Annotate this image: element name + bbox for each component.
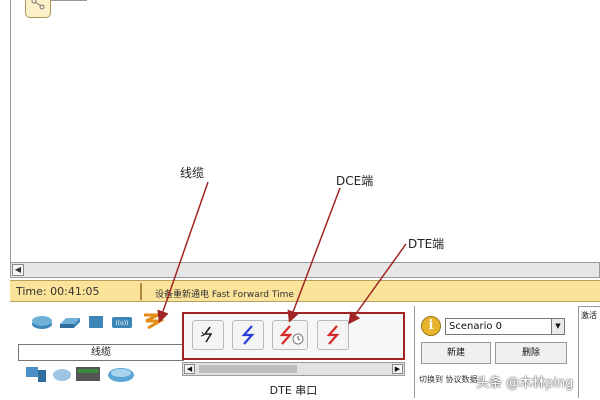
- connections-category-icon[interactable]: [140, 311, 164, 331]
- annotation-dce: DCE端: [336, 174, 374, 188]
- selected-cable-name: DTE 串口: [269, 384, 318, 397]
- device-node-icon: [31, 0, 45, 10]
- cable-scrollbar[interactable]: ◀ ▶: [182, 362, 405, 376]
- annotation-dte: DTE端: [408, 237, 445, 251]
- serial-dce-button[interactable]: [272, 320, 308, 350]
- switch-category-icon[interactable]: [58, 314, 82, 330]
- serial-dce-icon: [279, 325, 304, 345]
- console-cable-icon: [241, 325, 255, 345]
- scenario-select[interactable]: Scenario 0 ▼: [445, 318, 565, 335]
- pdu-list-column: 激活: [578, 306, 600, 398]
- auto-cable-icon: [200, 326, 213, 343]
- annotation-cable: 线缆: [180, 166, 205, 180]
- svg-text:((o)): ((o)): [115, 320, 128, 327]
- scroll-left-icon[interactable]: ◀: [184, 364, 195, 374]
- multiuser-connection-icon[interactable]: [106, 364, 136, 384]
- serial-dte-button[interactable]: [317, 320, 349, 350]
- time-actions[interactable]: 设备重新通电 Fast Forward Time: [155, 287, 294, 300]
- scroll-right-icon[interactable]: ▶: [392, 364, 403, 374]
- new-scenario-button[interactable]: 新建: [421, 342, 491, 364]
- scroll-left-icon[interactable]: ◀: [12, 264, 24, 276]
- scenario-selected-value: Scenario 0: [449, 321, 503, 332]
- scroll-thumb[interactable]: [199, 365, 297, 373]
- time-readout: Time: 00:41:05: [16, 285, 100, 298]
- chevron-down-icon[interactable]: ▼: [551, 319, 564, 334]
- custom-device-icon[interactable]: [74, 364, 102, 384]
- timebar-divider: [140, 283, 142, 300]
- logical-workspace[interactable]: [10, 0, 600, 262]
- auto-connection-button[interactable]: [192, 320, 224, 350]
- info-icon[interactable]: i: [421, 316, 441, 336]
- hub-category-icon[interactable]: [86, 314, 106, 330]
- delete-scenario-button[interactable]: 删除: [495, 342, 567, 364]
- router-category-icon[interactable]: [30, 314, 54, 330]
- cable-type-panel: [182, 312, 405, 360]
- realtime-bar: Time: 00:41:05 设备重新通电 Fast Forward Time: [10, 280, 600, 302]
- serial-dte-icon: [326, 325, 340, 345]
- category-label: 线缆: [18, 344, 184, 361]
- wireless-category-icon[interactable]: ((o)): [110, 314, 134, 330]
- watermark-text: 头条 @木林ping: [476, 376, 574, 391]
- console-cable-button[interactable]: [232, 320, 264, 350]
- workspace-link: [51, 0, 87, 1]
- end-device-category-icon[interactable]: [24, 364, 50, 384]
- wan-emulation-icon[interactable]: [52, 366, 72, 382]
- workspace-scrollbar[interactable]: ◀: [10, 262, 600, 278]
- pdu-column-header: 激活: [581, 311, 597, 320]
- pdu-list-toggle[interactable]: 切换到 协议数据: [419, 374, 478, 385]
- network-device-icon[interactable]: [25, 0, 51, 18]
